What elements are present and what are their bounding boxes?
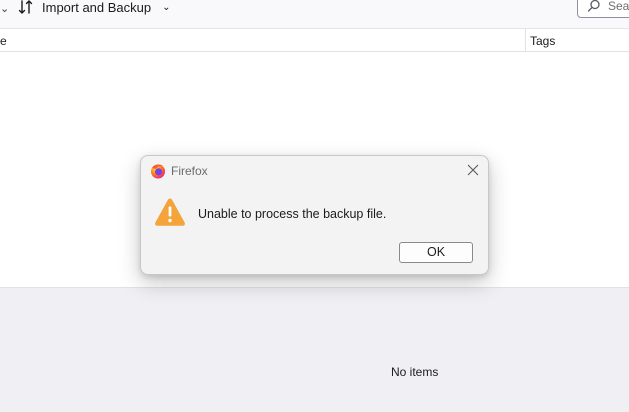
firefox-logo-icon bbox=[151, 164, 165, 179]
ok-button[interactable]: OK bbox=[399, 242, 473, 263]
dialog-message: Unable to process the backup file. bbox=[198, 207, 387, 221]
close-icon[interactable] bbox=[466, 163, 480, 177]
column-header-name[interactable]: e bbox=[0, 34, 7, 48]
search-icon bbox=[587, 0, 600, 12]
search-placeholder: Sear bbox=[608, 0, 629, 13]
warning-icon bbox=[155, 198, 185, 226]
column-header-row: e Tags bbox=[0, 29, 629, 52]
import-and-backup-button[interactable]: Import and Backup ⌄ bbox=[18, 0, 171, 16]
dialog-title: Firefox bbox=[171, 164, 208, 178]
chevron-down-icon: ⌄ bbox=[162, 1, 171, 13]
column-header-tags[interactable]: Tags bbox=[530, 34, 555, 48]
empty-message: No items bbox=[391, 365, 439, 379]
library-toolbar: ⌄ Import and Backup ⌄ Sear bbox=[0, 0, 629, 29]
column-divider[interactable] bbox=[525, 29, 526, 51]
search-input[interactable]: Sear bbox=[577, 0, 629, 18]
details-pane: No items bbox=[0, 287, 629, 412]
sort-arrows-icon bbox=[18, 0, 33, 14]
import-and-backup-label: Import and Backup bbox=[42, 0, 152, 15]
error-dialog: Firefox Unable to process the backup fil… bbox=[140, 155, 489, 275]
chevron-down-icon[interactable]: ⌄ bbox=[0, 2, 9, 15]
